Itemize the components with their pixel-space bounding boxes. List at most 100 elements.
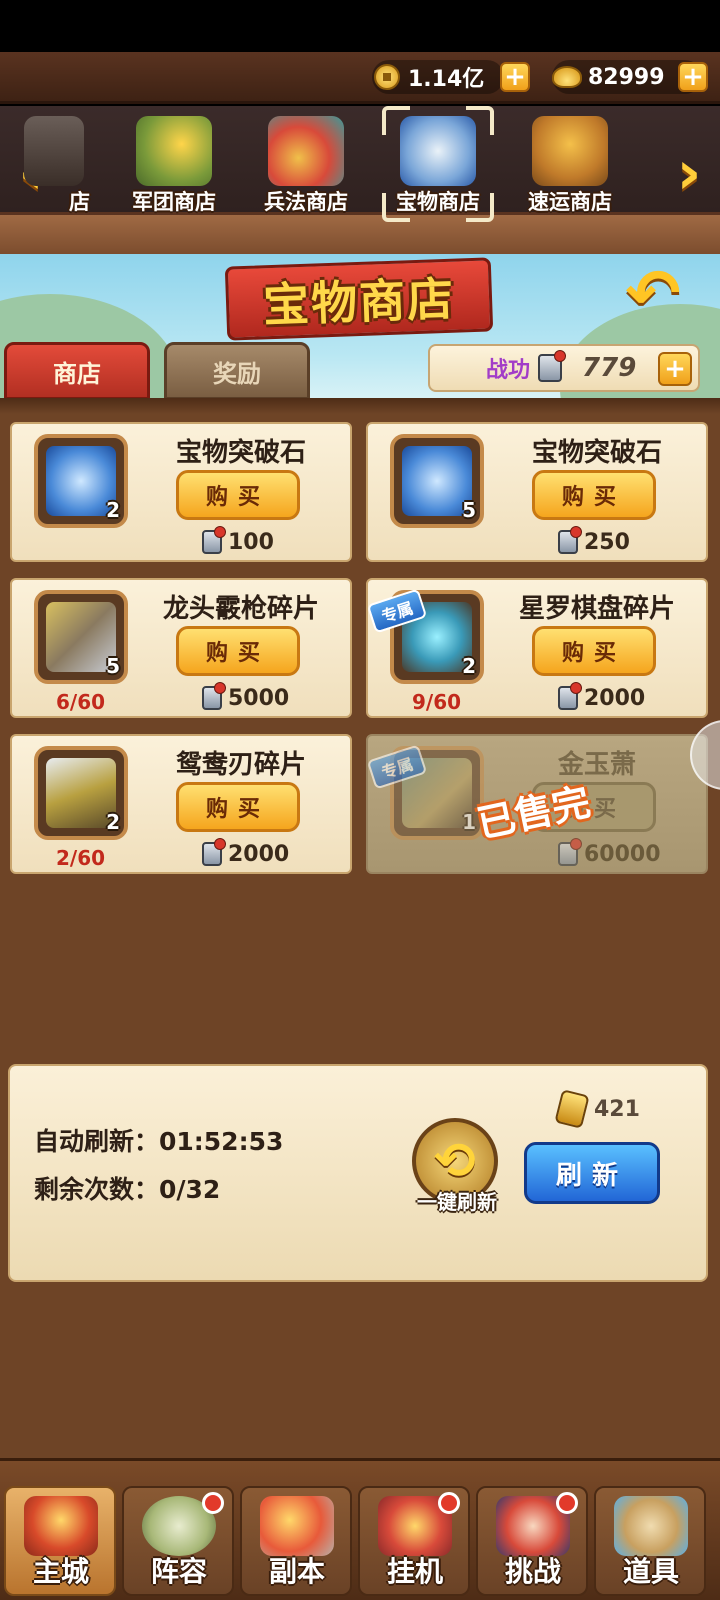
nav-label: 主城 <box>32 1555 89 1588</box>
nav-item-formation[interactable]: 阵容 <box>122 1486 234 1596</box>
next-shop-arrow-icon[interactable]: › <box>666 138 712 208</box>
status-bar <box>0 0 720 52</box>
shop-title-banner: 宝物商店 <box>224 257 494 341</box>
refresh-cost: 421 <box>554 1089 640 1129</box>
refresh-ticket-icon <box>554 1089 590 1129</box>
item-price: 2000 <box>202 838 289 870</box>
shop-tab-legion[interactable]: 军团商店 <box>114 112 234 218</box>
gold-value: 82999 <box>588 64 665 90</box>
dungeon-icon <box>260 1496 334 1556</box>
shop-tabs-floor <box>0 212 720 254</box>
auto-refresh-timer: 自动刷新：01:52:53 <box>34 1127 284 1156</box>
merit-token-icon <box>558 682 582 710</box>
add-merit-button[interactable]: + <box>658 352 692 386</box>
item-name: 宝物突破石 <box>531 438 662 468</box>
merit-label: 战功 <box>486 358 531 383</box>
merit-token-icon <box>538 350 567 382</box>
shop-item-card: 5 宝物突破石 购买 250 <box>366 422 708 562</box>
fragment-progress: 2/60 <box>56 846 106 870</box>
shop-tab-label: 店 <box>69 190 90 214</box>
page-title: 宝物商店 <box>262 271 456 333</box>
item-price: 2000 <box>558 682 645 714</box>
coin-balance: 1.14亿 + <box>372 60 530 94</box>
refresh-cost-value: 421 <box>594 1096 640 1122</box>
merit-token-icon <box>558 526 582 554</box>
nav-item-challenge[interactable]: 挑战 <box>476 1486 588 1596</box>
price-value: 2000 <box>228 841 290 867</box>
merit-value: 779 <box>582 353 637 383</box>
tactics-shop-icon <box>268 116 344 186</box>
merit-token-icon <box>202 838 226 866</box>
refresh-button[interactable]: 刷新 <box>524 1142 660 1204</box>
shop-item-card: 5 龙头霰枪碎片 购买 5000 6/60 <box>10 578 352 718</box>
price-value: 2000 <box>584 685 646 711</box>
item-price: 100 <box>202 526 274 558</box>
refresh-panel: 自动刷新：01:52:53 剩余次数：0/32 ⟲ 一键刷新 421 刷新 <box>8 1064 708 1282</box>
shop-tab-express[interactable]: 速运商店 <box>510 112 630 218</box>
shop-tab-tactics[interactable]: 兵法商店 <box>246 112 366 218</box>
item-quantity: 2 <box>106 810 120 834</box>
buy-button[interactable]: 购买 <box>176 470 300 520</box>
nav-label: 挂机 <box>386 1555 443 1588</box>
price-value: 60000 <box>584 841 661 867</box>
fragment-progress: 6/60 <box>56 690 106 714</box>
gold-balance: 82999 + <box>552 60 708 94</box>
one-key-refresh-label: 一键刷新 <box>417 1190 497 1214</box>
item-quantity: 5 <box>462 498 476 522</box>
shop-tab-treasure[interactable]: 宝物商店 <box>378 106 498 222</box>
nav-item-items[interactable]: 道具 <box>594 1486 706 1596</box>
item-price: 60000 <box>558 838 661 870</box>
tab-reward[interactable]: 奖励 <box>164 342 310 400</box>
price-value: 250 <box>584 529 630 555</box>
shop-item-card: 2 宝物突破石 购买 100 <box>10 422 352 562</box>
notification-badge <box>556 1492 578 1514</box>
tab-shop[interactable]: 商店 <box>4 342 150 400</box>
price-value: 100 <box>228 529 274 555</box>
buy-button[interactable]: 购买 <box>176 782 300 832</box>
nav-item-idle[interactable]: 挂机 <box>358 1486 470 1596</box>
express-shop-icon <box>532 116 608 186</box>
merit-token-icon <box>202 526 226 554</box>
item-name: 鸳鸯刃碎片 <box>175 750 306 780</box>
treasure-shop-icon <box>400 116 476 186</box>
shop-item-card: 2 专属 星罗棋盘碎片 购买 2000 9/60 <box>366 578 708 718</box>
shop-tab-label: 军团商店 <box>132 190 216 214</box>
nav-label: 挑战 <box>504 1555 561 1588</box>
back-arrow-icon[interactable]: ↶ <box>616 255 690 332</box>
merit-token-icon <box>558 838 582 866</box>
item-price: 250 <box>558 526 630 558</box>
shop-area-edge <box>0 398 720 414</box>
price-value: 5000 <box>228 685 290 711</box>
merit-token-icon <box>202 682 226 710</box>
nav-label: 副本 <box>268 1555 325 1588</box>
sold-out-stamp: 已售完 <box>473 779 595 847</box>
remaining-refresh-count: 剩余次数：0/32 <box>34 1175 221 1204</box>
item-name: 金玉萧 <box>557 750 636 780</box>
add-coins-button[interactable]: + <box>500 62 530 92</box>
item-quantity: 2 <box>462 654 476 678</box>
item-name: 龙头霰枪碎片 <box>162 594 319 624</box>
item-quantity: 5 <box>106 654 120 678</box>
item-thumbnail[interactable]: 2 <box>34 746 128 840</box>
merit-balance: 战功 779 + <box>428 344 700 392</box>
item-thumbnail[interactable]: 2 <box>34 434 128 528</box>
nav-item-city[interactable]: 主城 <box>4 1486 116 1596</box>
nav-item-dungeon[interactable]: 副本 <box>240 1486 352 1596</box>
gold-ingot-icon <box>552 66 582 88</box>
item-name: 星罗棋盘碎片 <box>518 594 675 624</box>
partial-shop-icon <box>24 116 84 186</box>
buy-button[interactable]: 购买 <box>532 626 656 676</box>
notification-badge <box>202 1492 224 1514</box>
shop-item-card: 2 鸳鸯刃碎片 购买 2000 2/60 <box>10 734 352 874</box>
buy-button[interactable]: 购买 <box>176 626 300 676</box>
buy-button[interactable]: 购买 <box>532 470 656 520</box>
item-thumbnail[interactable]: 5 <box>390 434 484 528</box>
add-gold-button[interactable]: + <box>678 62 708 92</box>
shop-tab-partial[interactable]: 店 <box>22 112 96 218</box>
shop-tab-label: 宝物商店 <box>396 190 480 214</box>
shop-tab-label: 速运商店 <box>528 190 612 214</box>
nav-label: 道具 <box>622 1555 679 1588</box>
item-quantity: 2 <box>106 498 120 522</box>
item-thumbnail[interactable]: 5 <box>34 590 128 684</box>
copper-coin-icon <box>374 64 400 90</box>
